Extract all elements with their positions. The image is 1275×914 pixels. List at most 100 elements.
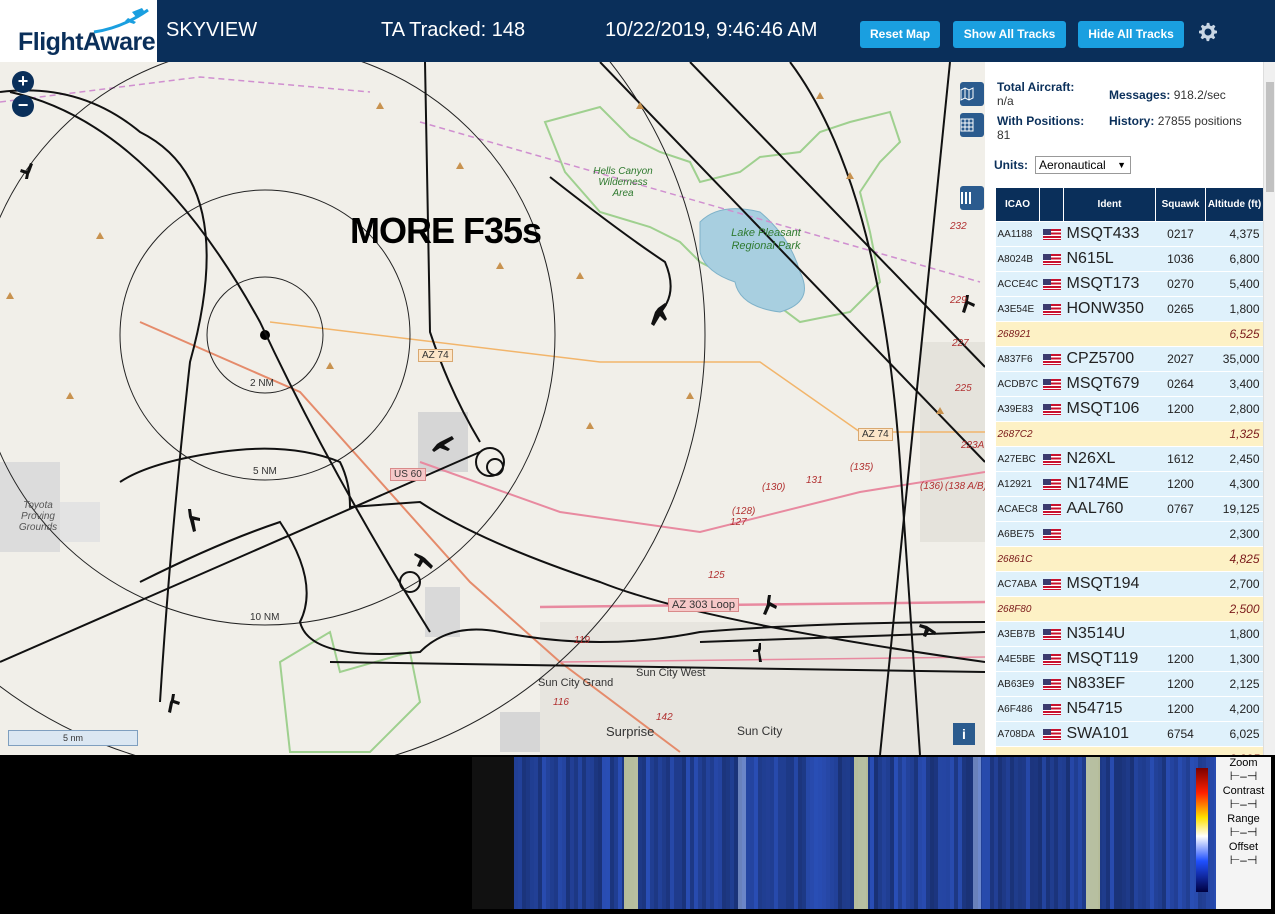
squawk-cell: [1155, 621, 1206, 647]
table-row[interactable]: A6BE75 2,300: [995, 521, 1264, 547]
icao-cell: 268921: [995, 321, 1040, 347]
waterfall-display[interactable]: [472, 757, 1218, 909]
us-flag-icon: [1042, 703, 1061, 715]
table-row[interactable]: ACCE4C MSQT173 0270 5,400: [995, 271, 1264, 297]
with-positions: With Positions: 81: [997, 114, 1105, 142]
icao-cell: A3EB7B: [995, 621, 1040, 647]
label-exit-225: 225: [955, 383, 972, 394]
table-row[interactable]: A12921 N174ME 1200 4,300: [995, 471, 1264, 497]
table-row[interactable]: A6F486 N54715 1200 4,200: [995, 696, 1264, 722]
ident-cell: [1063, 321, 1156, 347]
table-header-row: ICAO Ident Squawk Altitude (ft): [995, 187, 1264, 222]
table-row[interactable]: AC7ABA MSQT194 2,700: [995, 571, 1264, 597]
us-flag-icon: [1042, 403, 1061, 415]
table-row[interactable]: A8024B N615L 1036 6,800: [995, 246, 1264, 272]
altitude-cell: 2,300: [1205, 521, 1264, 547]
squawk-cell: 1200: [1155, 671, 1206, 697]
col-altitude[interactable]: Altitude (ft): [1205, 187, 1264, 222]
panel-scrollbar[interactable]: [1263, 62, 1275, 755]
units-select[interactable]: Aeronautical ▼: [1035, 156, 1131, 174]
reset-map-button[interactable]: Reset Map: [860, 21, 940, 48]
table-row[interactable]: 2687C2 1,325: [995, 421, 1264, 447]
altitude-cell: 1,325: [1205, 421, 1264, 447]
table-row[interactable]: A837F6 CPZ5700 2027 35,000: [995, 346, 1264, 372]
us-flag-icon: [1042, 503, 1061, 515]
flag-cell: [1039, 346, 1064, 372]
ident-cell: N3514U: [1063, 621, 1156, 647]
gear-icon[interactable]: [1196, 20, 1220, 44]
messages-rate: Messages: 918.2/sec: [1109, 88, 1259, 102]
datetime: 10/22/2019, 9:46:46 AM: [605, 19, 818, 41]
grid-icon[interactable]: [960, 113, 984, 137]
icao-cell: 2687C2: [995, 421, 1040, 447]
altitude-cell: 6,800: [1205, 246, 1264, 272]
label-sun-city-west: Sun City West: [636, 667, 706, 679]
label-hells-canyon: Hells Canyon Wilderness Area: [593, 166, 653, 199]
table-row[interactable]: A3E54E HONW350 0265 1,800: [995, 296, 1264, 322]
logo-text: FlightAware: [18, 28, 156, 56]
ident-cell: N26XL: [1063, 446, 1156, 472]
total-aircraft-label: Total Aircraft:: [997, 80, 1075, 94]
contrast-slider[interactable]: ⊢–⊣: [1216, 797, 1271, 813]
table-row[interactable]: AA1188 MSQT433 0217 4,375: [995, 221, 1264, 247]
altitude-cell: 2,500: [1205, 596, 1264, 622]
table-row[interactable]: A708DA SWA101 6754 6,025: [995, 721, 1264, 747]
col-squawk[interactable]: Squawk: [1155, 187, 1206, 222]
ident-cell: MSQT433: [1063, 221, 1156, 247]
table-row[interactable]: 268F80 2,500: [995, 596, 1264, 622]
zoom-out-button[interactable]: −: [12, 95, 34, 117]
label-route-119: 119: [574, 635, 590, 646]
offset-slider[interactable]: ⊢–⊣: [1216, 853, 1271, 869]
map-canvas[interactable]: [0, 62, 985, 755]
map-area[interactable]: MORE F35s 2 NM 5 NM 10 NM Hells Canyon W…: [0, 62, 985, 755]
table-row[interactable]: 268921 6,525: [995, 321, 1264, 347]
table-row[interactable]: AB63E9 N833EF 1200 2,125: [995, 671, 1264, 697]
columns-icon[interactable]: [960, 186, 984, 210]
col-ident[interactable]: Ident: [1063, 187, 1156, 222]
table-row[interactable]: A3EB7B N3514U 1,800: [995, 621, 1264, 647]
altitude-cell: 4,375: [1205, 221, 1264, 247]
offset-control-label: Offset: [1228, 841, 1259, 853]
flag-cell: [1039, 471, 1064, 497]
map-layers-icon[interactable]: [960, 82, 984, 106]
zoom-slider[interactable]: ⊢–⊣: [1216, 769, 1271, 785]
table-row[interactable]: A4E5BE MSQT119 1200 1,300: [995, 646, 1264, 672]
table-row[interactable]: ACDB7C MSQT679 0264 3,400: [995, 371, 1264, 397]
flag-cell: [1039, 421, 1064, 447]
flag-cell: [1039, 496, 1064, 522]
col-flag[interactable]: [1039, 187, 1064, 222]
zoom-in-button[interactable]: +: [12, 71, 34, 93]
us-flag-icon: [1042, 378, 1061, 390]
table-row[interactable]: A39E83 MSQT106 1200 2,800: [995, 396, 1264, 422]
ident-cell: AAL760: [1063, 496, 1156, 522]
col-icao[interactable]: ICAO: [995, 187, 1040, 222]
info-button[interactable]: i: [953, 723, 975, 745]
range-slider[interactable]: ⊢–⊣: [1216, 825, 1271, 841]
ident-cell: MSQT119: [1063, 646, 1156, 672]
table-row[interactable]: A27EBC N26XL 1612 2,450: [995, 446, 1264, 472]
flightaware-logo[interactable]: FlightAware: [0, 0, 160, 62]
label-az74-b: AZ 74: [858, 428, 893, 441]
ident-cell: SWA101: [1063, 721, 1156, 747]
label-route-135: (135): [850, 462, 874, 473]
label-route-142: 142: [656, 712, 673, 723]
icao-cell: A708DA: [995, 721, 1040, 747]
altitude-cell: 6,525: [1205, 321, 1264, 347]
altitude-cell: 19,125: [1205, 496, 1264, 522]
us-flag-icon: [1042, 478, 1061, 490]
flag-cell: [1039, 371, 1064, 397]
ident-cell: N174ME: [1063, 471, 1156, 497]
ring-label-5nm: 5 NM: [253, 466, 277, 477]
table-row[interactable]: ACAEC8 AAL760 0767 19,125: [995, 496, 1264, 522]
icao-cell: A4E5BE: [995, 646, 1040, 672]
us-flag-icon: [1042, 628, 1061, 640]
squawk-cell: [1155, 321, 1206, 347]
scroll-thumb[interactable]: [1266, 82, 1274, 192]
icao-cell: A8024B: [995, 246, 1040, 272]
show-all-tracks-button[interactable]: Show All Tracks: [953, 21, 1066, 48]
label-surprise: Surprise: [606, 724, 655, 739]
hide-all-tracks-button[interactable]: Hide All Tracks: [1078, 21, 1184, 48]
label-route-128: (128): [732, 506, 756, 517]
table-row[interactable]: 26861C 4,825: [995, 546, 1264, 572]
flag-cell: [1039, 721, 1064, 747]
